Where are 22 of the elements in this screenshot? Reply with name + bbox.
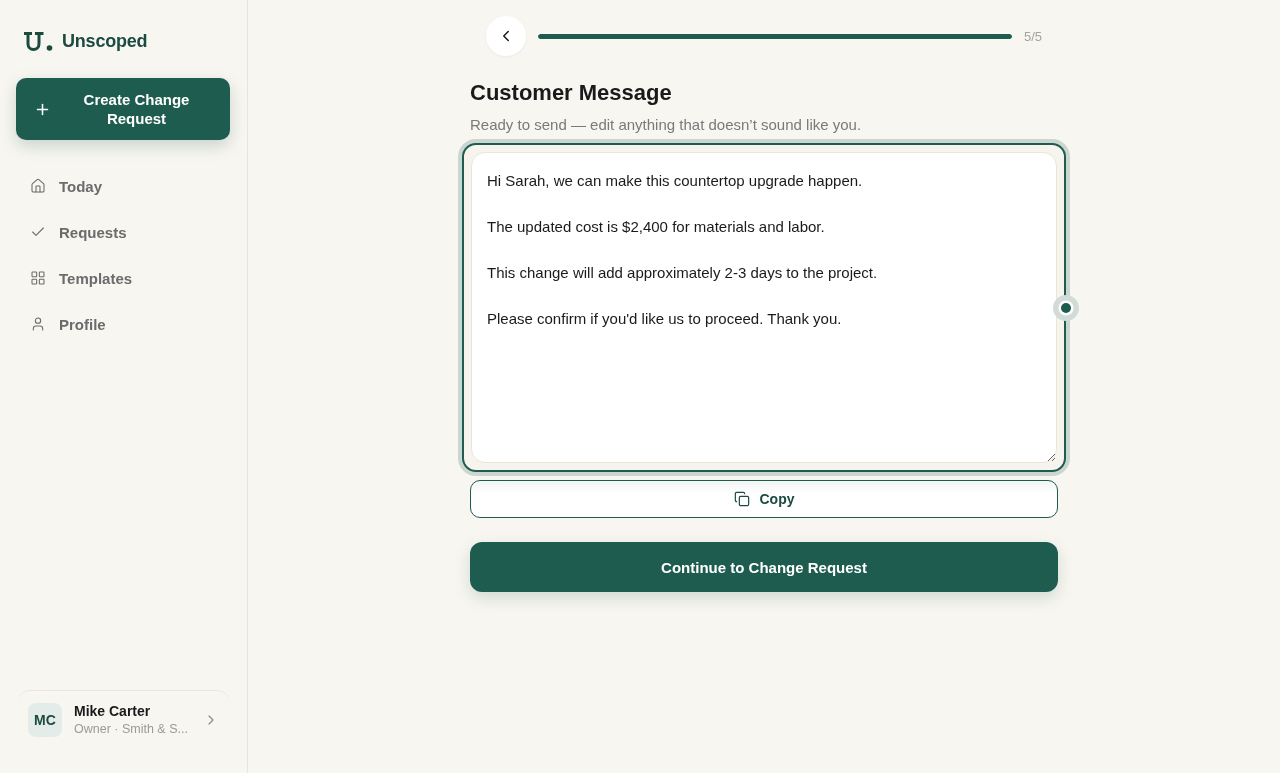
avatar: MC bbox=[28, 703, 62, 737]
copy-icon bbox=[733, 491, 750, 507]
logo-icon bbox=[24, 31, 53, 51]
nav-item[interactable]: Today bbox=[16, 163, 231, 209]
create-change-request-button[interactable]: Create Change Request bbox=[16, 78, 230, 140]
home-icon bbox=[30, 178, 46, 194]
user-card[interactable]: MC Mike Carter Owner · Smith & S... bbox=[18, 690, 229, 749]
nav-item[interactable]: Requests bbox=[16, 209, 231, 255]
nav-item[interactable]: Profile bbox=[16, 301, 231, 347]
copy-button[interactable]: Copy bbox=[470, 480, 1058, 518]
step-counter: 5/5 bbox=[1023, 28, 1042, 44]
continue-button[interactable]: Continue to Change Request bbox=[470, 542, 1058, 592]
user-name: Mike Carter bbox=[74, 703, 152, 720]
person-icon bbox=[30, 316, 46, 332]
user-role: Owner · Smith & S... bbox=[74, 721, 189, 737]
drag-handle-icon[interactable] bbox=[1053, 294, 1079, 321]
message-textarea[interactable]: Hi Sarah, we can make this countertop upgrade happen. The updated cost is $2,400 for materials and labor. This change will add approximately 2-3 days to the project. Please confirm if you'd like us to proceed. Thank you. bbox=[471, 152, 1057, 463]
brand-name: Unscoped bbox=[62, 30, 148, 52]
grid-icon bbox=[30, 270, 46, 286]
nav-item[interactable]: Templates bbox=[16, 255, 231, 301]
page-title: Customer Message bbox=[470, 79, 673, 107]
page-subtitle: Ready to send — edit anything that doesn’t sound like you. bbox=[470, 115, 863, 135]
